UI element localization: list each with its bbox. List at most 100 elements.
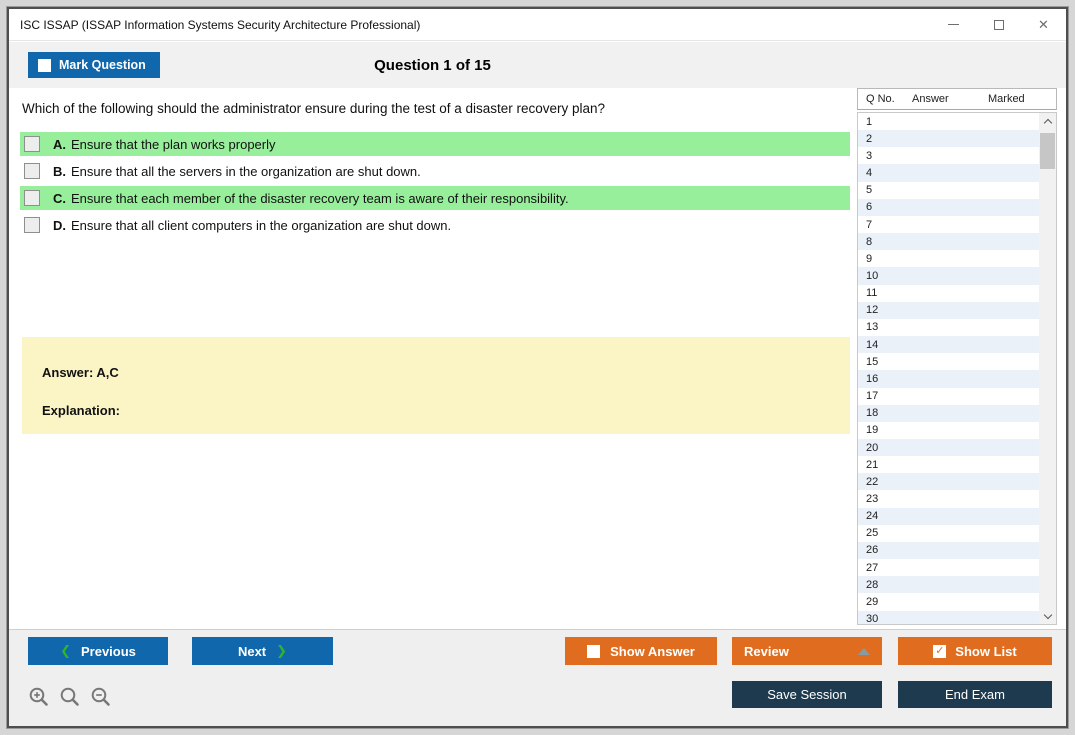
scroll-down-button[interactable] — [1039, 608, 1056, 624]
qlist-cell-q_no: 6 — [866, 201, 873, 214]
question-list-row[interactable]: 17 — [858, 387, 1039, 405]
question-list-row[interactable]: 10 — [858, 267, 1039, 285]
window-title: ISC ISSAP (ISSAP Information Systems Sec… — [20, 17, 421, 32]
option-letter: C. — [53, 190, 66, 206]
triangle-up-icon — [858, 647, 870, 655]
question-list-row[interactable]: 18 — [858, 404, 1039, 422]
question-list-row[interactable]: 30 — [858, 610, 1039, 624]
show-list-label: Show List — [955, 643, 1017, 659]
show-answer-checkbox[interactable] — [587, 644, 601, 658]
scrollbar-thumb[interactable] — [1040, 133, 1055, 169]
question-list-row[interactable]: 23 — [858, 490, 1039, 508]
maximize-button[interactable] — [976, 9, 1021, 40]
header-band: Mark Question Question 1 of 15 — [9, 42, 1066, 88]
question-list-row[interactable]: 4 — [858, 164, 1039, 182]
option-d[interactable]: D. Ensure that all client computers in t… — [20, 213, 850, 237]
check-icon: ✓ — [935, 644, 945, 657]
qlist-cell-q_no: 17 — [866, 390, 879, 403]
qlist-cell-q_no: 4 — [866, 167, 873, 180]
option-b[interactable]: B. Ensure that all the servers in the or… — [20, 159, 850, 183]
question-list-row[interactable]: 22 — [858, 473, 1039, 491]
question-list-row[interactable]: 8 — [858, 233, 1039, 251]
answer-label: Answer: A,C — [42, 365, 119, 380]
option-b-checkbox[interactable] — [24, 163, 40, 179]
qlist-cell-q_no: 9 — [866, 252, 873, 265]
question-list-row[interactable]: 11 — [858, 284, 1039, 302]
option-d-checkbox[interactable] — [24, 217, 40, 233]
zoom-controls — [28, 686, 112, 708]
qlist-cell-q_no: 28 — [866, 578, 879, 591]
question-list-row[interactable]: 29 — [858, 593, 1039, 611]
zoom-in-icon[interactable] — [28, 686, 50, 708]
options-list: A. Ensure that the plan works properly B… — [20, 132, 850, 240]
qlist-cell-q_no: 24 — [866, 510, 879, 523]
answer-box: Answer: A,C Explanation: — [22, 337, 850, 434]
next-button[interactable]: Next ❯ — [192, 637, 333, 665]
question-list-header: Q No. Answer Marked — [857, 88, 1057, 110]
qlist-cell-q_no: 7 — [866, 218, 873, 231]
option-letter: A. — [53, 136, 66, 152]
question-list-row[interactable]: 26 — [858, 541, 1039, 560]
review-label: Review — [744, 643, 789, 659]
scroll-up-button[interactable] — [1039, 113, 1056, 129]
question-list-row[interactable]: 25 — [858, 524, 1039, 542]
qlist-cell-q_no: 3 — [866, 149, 873, 162]
option-a-checkbox[interactable] — [24, 136, 40, 152]
question-list-panel: Q No. Answer Marked 1 2 3 4 5 6 7 8 9 10 11 12 13 14 1… — [857, 88, 1057, 625]
option-a[interactable]: A. Ensure that the plan works properly — [20, 132, 850, 156]
qlist-cell-q_no: 26 — [866, 544, 879, 557]
show-list-button[interactable]: ✓ Show List — [898, 637, 1052, 665]
option-c-checkbox[interactable] — [24, 190, 40, 206]
question-list: 1 2 3 4 5 6 7 8 9 10 11 12 13 14 15 16 17 18 19 20 21 22 23 24 2… — [857, 112, 1057, 625]
question-list-row[interactable]: 24 — [858, 507, 1039, 525]
zoom-out-icon[interactable] — [90, 686, 112, 708]
qlist-cell-q_no: 21 — [866, 458, 879, 471]
question-list-row[interactable]: 5 — [858, 181, 1039, 199]
explanation-label: Explanation: — [42, 403, 121, 418]
question-list-row[interactable]: 20 — [858, 438, 1039, 457]
question-list-row[interactable]: 13 — [858, 318, 1039, 337]
qlist-cell-q_no: 15 — [866, 355, 879, 368]
qlist-cell-q_no: 14 — [866, 338, 879, 351]
end-exam-button[interactable]: End Exam — [898, 681, 1052, 708]
question-list-row[interactable]: 1 — [858, 113, 1039, 131]
qlist-cell-q_no: 23 — [866, 493, 879, 506]
question-list-row[interactable]: 9 — [858, 250, 1039, 268]
end-exam-label: End Exam — [945, 687, 1005, 702]
qlist-cell-q_no: 13 — [866, 321, 879, 334]
question-list-row[interactable]: 14 — [858, 336, 1039, 354]
question-list-row[interactable]: 3 — [858, 147, 1039, 165]
window-controls: ✕ — [931, 9, 1066, 40]
chevron-right-icon: ❯ — [276, 643, 288, 658]
question-list-row[interactable]: 16 — [858, 370, 1039, 388]
review-button[interactable]: Review — [732, 637, 882, 665]
question-list-row[interactable]: 15 — [858, 353, 1039, 371]
show-answer-button[interactable]: Show Answer — [565, 637, 717, 665]
question-list-row[interactable]: 19 — [858, 421, 1039, 439]
save-session-button[interactable]: Save Session — [732, 681, 882, 708]
question-list-row[interactable]: 12 — [858, 301, 1039, 319]
chevron-down-icon — [1043, 610, 1052, 619]
show-answer-label: Show Answer — [610, 643, 695, 659]
column-header-answer: Answer — [912, 93, 949, 105]
qlist-cell-q_no: 12 — [866, 304, 879, 317]
zoom-reset-icon[interactable] — [59, 686, 81, 708]
question-list-scrollbar[interactable] — [1039, 113, 1056, 624]
close-button[interactable]: ✕ — [1021, 9, 1066, 40]
question-list-row[interactable]: 21 — [858, 456, 1039, 474]
option-letter: D. — [53, 217, 66, 233]
question-list-row[interactable]: 7 — [858, 215, 1039, 234]
question-list-row[interactable]: 28 — [858, 576, 1039, 594]
qlist-cell-q_no: 19 — [866, 424, 879, 437]
previous-button[interactable]: ❮ Previous — [28, 637, 168, 665]
question-list-row[interactable]: 2 — [858, 130, 1039, 148]
minimize-button[interactable] — [931, 9, 976, 40]
maximize-icon — [993, 19, 1004, 30]
question-list-row[interactable]: 27 — [858, 559, 1039, 577]
option-text: Ensure that each member of the disaster … — [71, 190, 569, 206]
option-letter: B. — [53, 163, 66, 179]
app-window: ISC ISSAP (ISSAP Information Systems Sec… — [7, 7, 1068, 728]
show-list-checkbox[interactable]: ✓ — [933, 644, 947, 658]
question-list-row[interactable]: 6 — [858, 198, 1039, 216]
option-c[interactable]: C. Ensure that each member of the disast… — [20, 186, 850, 210]
